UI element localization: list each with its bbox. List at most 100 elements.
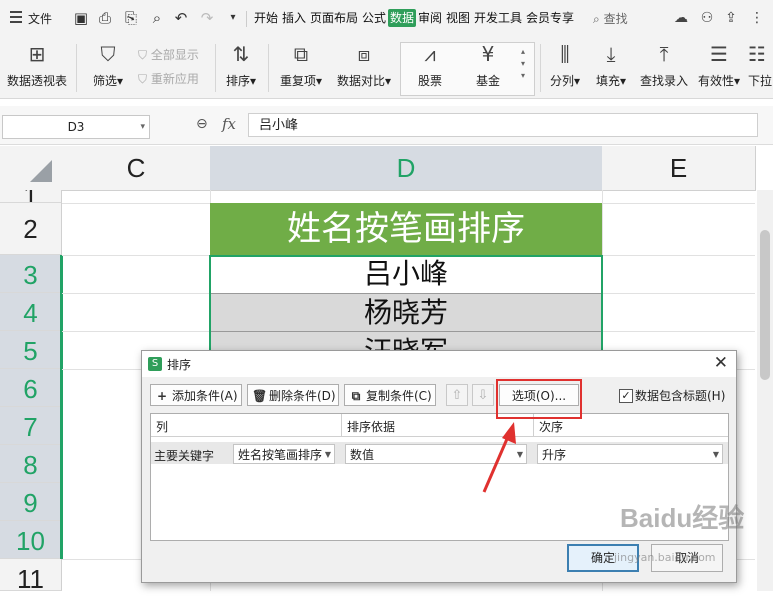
chevron-down-icon: ▼ xyxy=(324,450,331,459)
chevron-down-icon[interactable]: ▾ xyxy=(140,116,145,138)
cell-reference: D3 xyxy=(67,120,85,134)
sort-icon: ⇅ xyxy=(232,42,250,66)
split-label: 分列 xyxy=(549,74,574,88)
key-column-select[interactable]: 姓名按笔画排序 ▼ xyxy=(233,444,335,464)
add-condition-button[interactable]: + 添加条件(A) xyxy=(150,384,242,406)
tab-developer[interactable]: 开发工具 xyxy=(474,9,522,27)
copy-icon: ⧉ xyxy=(351,389,361,403)
tab-insert[interactable]: 插入 xyxy=(282,9,306,27)
fx-icon[interactable]: fx xyxy=(222,115,236,133)
export-pdf-icon[interactable]: ⎙ xyxy=(96,9,114,27)
tab-data[interactable]: 数据 xyxy=(388,9,417,27)
row-header-8[interactable]: 8 xyxy=(0,445,62,483)
sort-button[interactable]: ⇅ 排序▾ xyxy=(222,42,260,89)
fund-button[interactable]: ¥ 基金 xyxy=(468,42,508,89)
data-compare-button[interactable]: ⧈ 数据对比▾ xyxy=(334,42,394,89)
file-menu[interactable]: 文件 xyxy=(28,10,52,27)
save-icon[interactable]: ▣ xyxy=(72,9,90,27)
row-header-9[interactable]: 9 xyxy=(0,483,62,521)
ribbon: ⊞ 数据透视表 ⛉ 筛选▾ ⛉ 全部显示 ⛉ 重新应用 ⇅ 排序▾ ⧉ 重复项▾… xyxy=(0,38,773,99)
lookup-entry-label: 查找录入 xyxy=(639,74,688,88)
has-header-label[interactable]: 数据包含标题(H) xyxy=(635,387,725,404)
row-header-11[interactable]: 11 xyxy=(0,559,62,594)
has-header-checkbox[interactable]: ✓ xyxy=(619,389,633,403)
move-up-button[interactable]: ⇧ xyxy=(446,384,468,406)
undo-icon[interactable]: ↶ xyxy=(172,9,190,27)
highlight-box xyxy=(496,379,582,419)
menu-divider xyxy=(246,11,247,27)
validity-label: 有效性 xyxy=(697,74,734,88)
delete-condition-button[interactable]: 🗑 删除条件(D) xyxy=(247,384,339,406)
filter-button[interactable]: ⛉ 筛选▾ xyxy=(86,42,130,89)
tab-review[interactable]: 审阅 xyxy=(418,9,442,27)
tab-member[interactable]: 会员专享 xyxy=(526,9,574,27)
stock-scroll-arrows[interactable]: ▴ ▾ ▾ xyxy=(521,46,525,82)
share-user-icon[interactable]: ⚇ xyxy=(698,9,716,27)
zoom-icon[interactable]: ⊖ xyxy=(196,116,208,132)
row-header-1[interactable]: 1 xyxy=(0,190,62,203)
redo-icon[interactable]: ↷ xyxy=(198,9,216,27)
select-all-corner[interactable] xyxy=(0,146,63,191)
name-box[interactable]: D3 ▾ xyxy=(2,115,150,139)
row-header-2[interactable]: 2 xyxy=(0,203,62,255)
fill-button[interactable]: ⤓ 填充▾ xyxy=(592,42,630,89)
tab-page-layout[interactable]: 页面布局 xyxy=(310,9,358,27)
copy-condition-button[interactable]: ⧉ 复制条件(C) xyxy=(344,384,436,406)
split-button[interactable]: ⫼ 分列▾ xyxy=(546,42,584,89)
menu-bar: 文件 ▣ ⎙ ⎘ ⌕ ↶ ↷ ▾ 开始 插入 页面布局 公式 数据 审阅 视图 … xyxy=(0,0,773,38)
dropdown-list-label: 下拉 xyxy=(748,74,773,88)
tab-view[interactable]: 视图 xyxy=(446,9,470,27)
ribbon-divider xyxy=(76,44,77,92)
hamburger-icon[interactable] xyxy=(10,11,22,23)
order-select[interactable]: 升序 ▼ xyxy=(537,444,723,464)
column-header-order: 次序 xyxy=(539,420,564,434)
copy-condition-label: 复制条件(C) xyxy=(366,389,432,403)
share-icon[interactable]: ⇪ xyxy=(722,9,740,27)
column-header-c[interactable]: C xyxy=(62,146,211,191)
stock-chart-icon: ⩘ xyxy=(424,42,436,66)
dialog-title-bar[interactable]: S 排序 ✕ xyxy=(142,351,736,377)
move-down-button[interactable]: ⇩ xyxy=(472,384,494,406)
print-icon[interactable]: ⎘ xyxy=(122,9,140,27)
fund-label: 基金 xyxy=(475,74,500,88)
show-all-icon: ⛉ xyxy=(138,48,148,62)
duplicates-label: 重复项 xyxy=(279,74,316,88)
cloud-sync-icon[interactable]: ☁ xyxy=(672,9,690,27)
row-header-10[interactable]: 10 xyxy=(0,521,62,559)
selection-border xyxy=(209,255,603,355)
tab-formulas[interactable]: 公式 xyxy=(362,9,386,27)
duplicates-icon: ⧉ xyxy=(293,42,309,66)
row-header-3[interactable]: 3 xyxy=(0,255,62,293)
fill-label: 填充 xyxy=(595,74,620,88)
validity-button[interactable]: ☰ 有效性▾ xyxy=(697,42,741,89)
dialog-title: 排序 xyxy=(167,358,192,372)
more-quick-access-icon[interactable]: ▾ xyxy=(224,9,242,27)
close-icon[interactable]: ✕ xyxy=(714,353,728,373)
cell-d2-header[interactable]: 姓名按笔画排序 xyxy=(210,203,602,255)
row-header-7[interactable]: 7 xyxy=(0,407,62,445)
duplicates-button[interactable]: ⧉ 重复项▾ xyxy=(276,42,326,89)
pivot-table-button[interactable]: ⊞ 数据透视表 xyxy=(4,42,70,89)
watermark-url: jingyan.baidu.com xyxy=(614,551,716,564)
chevron-down-icon: ▼ xyxy=(712,450,719,459)
reapply-button[interactable]: ⛉ 重新应用 xyxy=(138,70,199,87)
dropdown-list-button[interactable]: ☷ 下拉 xyxy=(748,42,773,89)
arrow-up-icon: ⇧ xyxy=(451,388,463,403)
row-header-4[interactable]: 4 xyxy=(0,293,62,331)
filter-label: 筛选 xyxy=(92,74,117,88)
column-header-e[interactable]: E xyxy=(602,146,756,191)
row-header-6[interactable]: 6 xyxy=(0,369,62,407)
row-header-5[interactable]: 5 xyxy=(0,331,62,369)
stock-button[interactable]: ⩘ 股票 xyxy=(410,42,450,89)
add-condition-label: 添加条件(A) xyxy=(172,389,238,403)
scrollbar-thumb[interactable] xyxy=(760,230,770,380)
lookup-entry-icon: ⤒ xyxy=(659,42,669,66)
more-options-icon[interactable]: ⋮ xyxy=(748,9,766,27)
lookup-entry-button[interactable]: ⤒ 查找录入 xyxy=(638,42,690,89)
formula-input[interactable]: 吕小峰 xyxy=(248,113,758,137)
print-preview-icon[interactable]: ⌕ xyxy=(148,9,166,27)
search-box[interactable]: ⌕ 查找 xyxy=(593,10,628,27)
column-header-d[interactable]: D xyxy=(210,146,603,191)
tab-home[interactable]: 开始 xyxy=(254,9,278,27)
show-all-button[interactable]: ⛉ 全部显示 xyxy=(138,46,199,63)
